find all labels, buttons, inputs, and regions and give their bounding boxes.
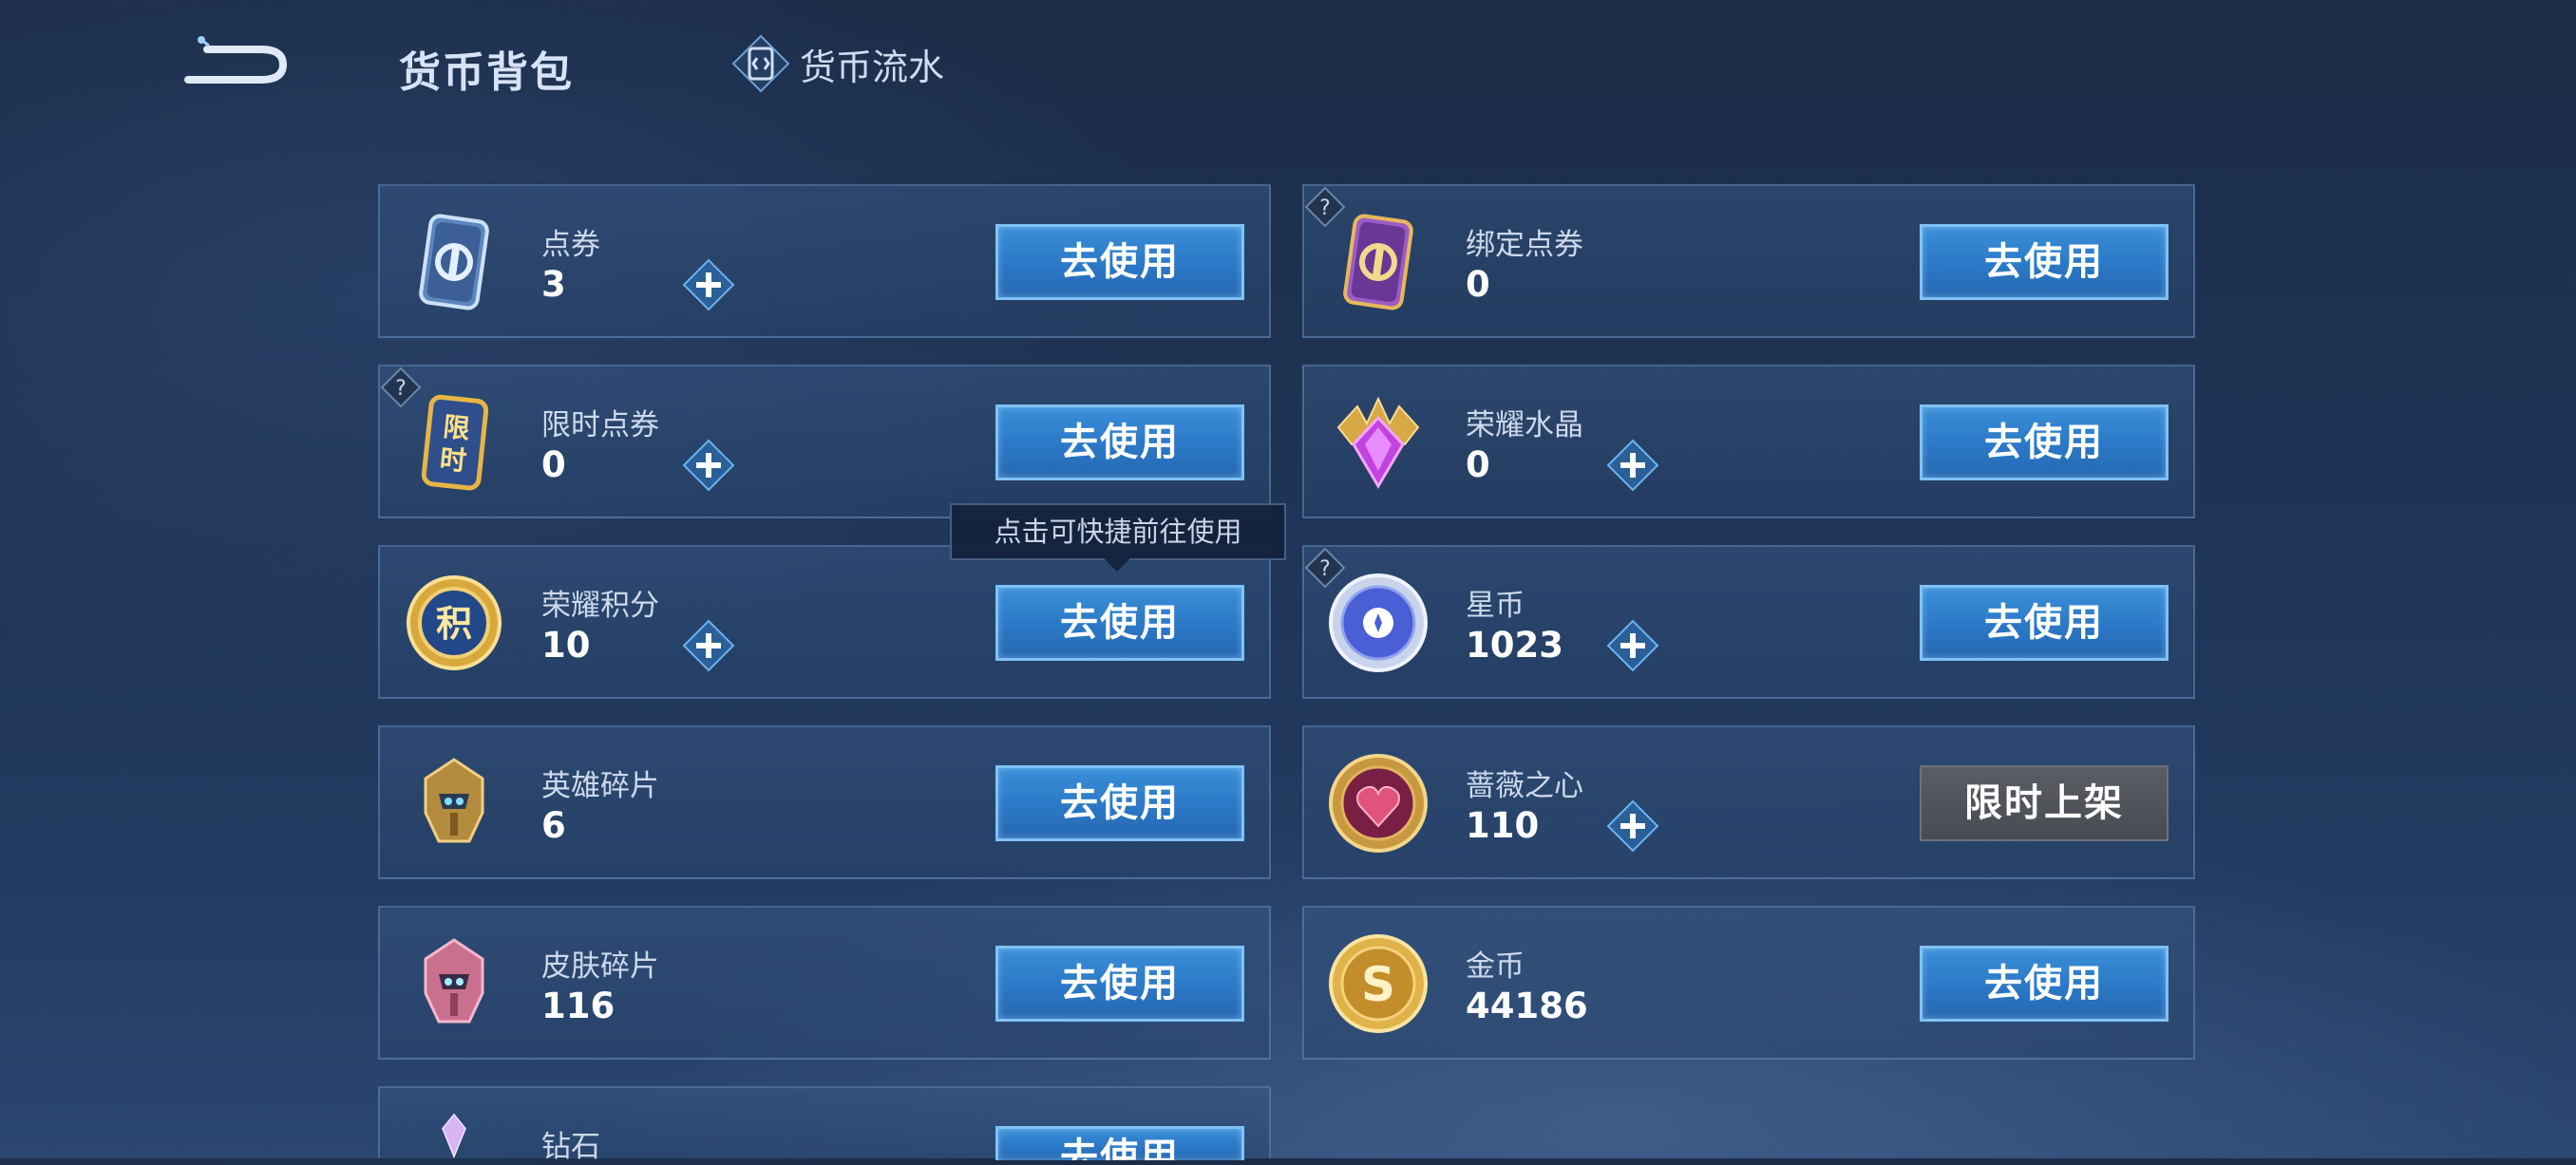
add-limited-coupon-button[interactable] — [682, 439, 735, 492]
currency-name: 皮肤碎片 — [541, 949, 659, 984]
limited-time-listing-button[interactable]: 限时上架 — [1920, 765, 2169, 841]
currency-card-coupon: 点券 3 去使用 — [378, 184, 1271, 338]
currency-name: 星币 — [1466, 589, 1525, 623]
rose-heart-icon — [1329, 754, 1428, 853]
currency-name: 蔷薇之心 — [1466, 769, 1583, 803]
currency-name: 绑定点券 — [1466, 228, 1583, 262]
tooltip-arrow — [1104, 558, 1130, 572]
use-skin-fragment-button[interactable]: 去使用 — [995, 946, 1244, 1022]
currency-card-bound-coupon: ? 绑定点券 0 去使用 — [1302, 184, 2195, 338]
back-arrow-icon[interactable] — [180, 32, 290, 91]
currency-amount: 116 — [541, 986, 616, 1026]
skin-fragment-icon — [424, 938, 484, 1024]
use-diamond-button[interactable]: 去使用 — [995, 1126, 1244, 1160]
use-coupon-button[interactable]: 去使用 — [995, 224, 1244, 300]
add-glory-crystal-button[interactable] — [1606, 439, 1659, 492]
star-coin-icon — [1329, 573, 1428, 672]
add-glory-points-button[interactable] — [682, 619, 735, 672]
svg-text:S: S — [1361, 957, 1395, 1012]
glory-points-icon-text: 积 — [436, 603, 472, 645]
gold-coin-icon: S — [1329, 934, 1428, 1033]
limited-coupon-icon-text-1: 限 — [442, 411, 471, 445]
use-bound-coupon-button[interactable]: 去使用 — [1920, 224, 2169, 300]
currency-name: 点券 — [541, 228, 600, 262]
currency-name: 荣耀水晶 — [1466, 408, 1583, 442]
use-limited-coupon-button[interactable]: 去使用 — [995, 404, 1244, 480]
use-glory-crystal-button[interactable]: 去使用 — [1920, 404, 2169, 480]
use-glory-points-button[interactable]: 去使用 — [995, 585, 1244, 661]
currency-amount: 3 — [541, 264, 566, 305]
limited-coupon-icon-text-2: 时 — [438, 443, 467, 478]
currency-name: 限时点券 — [541, 408, 659, 442]
currency-amount: 1023 — [1466, 625, 1563, 666]
glory-points-icon: 积 — [407, 575, 502, 670]
currency-card-limited-coupon: ? 限 时 限时点券 0 去使用 — [378, 365, 1271, 518]
currency-card-rose-heart: 蔷薇之心 110 限时上架 — [1302, 725, 2195, 879]
currency-amount: 0 — [1466, 264, 1490, 305]
limited-coupon-icon: 限 时 — [421, 394, 489, 491]
currency-card-gold-coin: S 金币 44186 去使用 — [1302, 906, 2195, 1060]
currency-flow-icon — [731, 34, 790, 93]
quick-use-tooltip: 点击可快捷前往使用 — [950, 503, 1286, 572]
currency-amount: 10 — [541, 625, 591, 666]
currency-amount: 6 — [541, 805, 566, 846]
currency-card-glory-points: 积 荣耀积分 10 去使用 — [378, 545, 1271, 699]
currency-card-diamond: 钻石 去使用 — [378, 1086, 1271, 1164]
bound-coupon-card-icon — [1343, 214, 1413, 310]
glory-crystal-icon — [1336, 396, 1420, 489]
currency-flow-tab[interactable]: 货币流水 — [731, 34, 944, 93]
currency-flow-label: 货币流水 — [800, 46, 945, 88]
add-coupon-button[interactable] — [682, 258, 735, 311]
currency-card-hero-fragment: 英雄碎片 6 去使用 — [378, 725, 1271, 879]
use-gold-coin-button[interactable]: 去使用 — [1920, 946, 2169, 1022]
coupon-card-icon — [419, 214, 489, 310]
currency-name: 英雄碎片 — [541, 769, 659, 803]
currency-amount: 110 — [1466, 805, 1540, 846]
currency-card-glory-crystal: 荣耀水晶 0 去使用 — [1302, 365, 2195, 518]
add-rose-heart-button[interactable] — [1606, 799, 1659, 853]
hero-fragment-icon — [424, 758, 484, 843]
page-title: 货币背包 — [399, 48, 574, 97]
add-star-coin-button[interactable] — [1606, 619, 1659, 672]
currency-amount: 44186 — [1466, 986, 1588, 1026]
use-hero-fragment-button[interactable]: 去使用 — [995, 765, 1244, 841]
tooltip-text: 点击可快捷前往使用 — [994, 516, 1242, 548]
currency-card-star-coin: ? 星币 1023 去使用 — [1302, 545, 2195, 699]
use-star-coin-button[interactable]: 去使用 — [1920, 585, 2169, 661]
currency-name: 荣耀积分 — [541, 589, 659, 623]
diamond-icon — [442, 1113, 466, 1159]
currency-name: 钻石 — [541, 1130, 600, 1164]
currency-card-skin-fragment: 皮肤碎片 116 去使用 — [378, 906, 1271, 1060]
currency-name: 金币 — [1466, 949, 1525, 984]
currency-amount: 0 — [1466, 444, 1490, 485]
currency-amount: 0 — [541, 444, 566, 485]
